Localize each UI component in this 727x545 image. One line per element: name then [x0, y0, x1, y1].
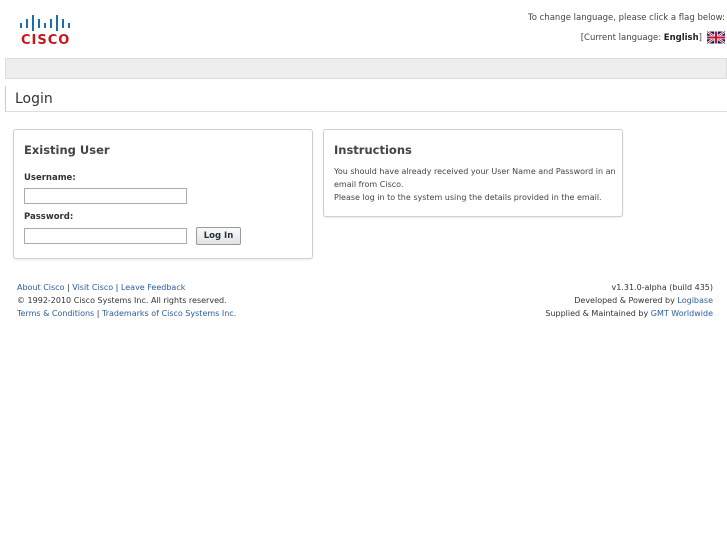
footer-left: About Cisco | Visit Cisco | Leave Feedba…: [17, 281, 236, 320]
logibase-link[interactable]: Logibase: [677, 296, 713, 305]
footer-links-row: About Cisco | Visit Cisco | Leave Feedba…: [17, 281, 236, 294]
instructions-heading: Instructions: [334, 143, 412, 157]
current-language-value: English: [663, 32, 699, 43]
username-label: Username:: [24, 173, 76, 183]
copyright-text: © 1992-2010 Cisco Systems Inc. All right…: [17, 296, 227, 305]
page-title: Login: [5, 86, 727, 112]
terms-link[interactable]: Terms & Conditions: [17, 309, 94, 318]
existing-user-panel: Existing User Username: Password: Log In: [13, 129, 313, 259]
separator: |: [67, 283, 70, 292]
developed-by: Developed & Powered by Logibase: [545, 294, 713, 307]
username-input[interactable]: [24, 188, 187, 204]
instructions-text: You should have already received your Us…: [334, 165, 619, 204]
instructions-panel: Instructions You should have already rec…: [323, 129, 623, 217]
leave-feedback-link[interactable]: Leave Feedback: [121, 283, 185, 292]
footer-right: v1.31.0-alpha (build 435) Developed & Po…: [545, 281, 713, 320]
separator: |: [96, 309, 100, 318]
current-language-suffix: ]: [698, 32, 702, 43]
cisco-bars-icon: [20, 15, 70, 31]
supplied-prefix: Supplied & Maintained by: [545, 309, 649, 318]
developed-prefix: Developed & Powered by: [574, 296, 675, 305]
uk-flag-icon[interactable]: [707, 31, 725, 44]
language-selector: To change language, please click a flag …: [528, 13, 725, 44]
logo-text: CISCO: [21, 33, 71, 48]
language-prompt: To change language, please click a flag …: [528, 13, 725, 23]
version-text: v1.31.0-alpha (build 435): [611, 283, 713, 292]
password-input[interactable]: [24, 228, 187, 244]
visit-cisco-link[interactable]: Visit Cisco: [72, 283, 113, 292]
existing-user-heading: Existing User: [24, 143, 110, 157]
trademarks-link[interactable]: Trademarks of Cisco Systems Inc.: [102, 309, 236, 318]
nav-bar: [5, 58, 727, 79]
password-label: Password:: [24, 212, 74, 222]
cisco-logo[interactable]: CISCO: [19, 14, 75, 48]
instructions-line-1: You should have already received your Us…: [334, 167, 616, 189]
current-language: [Current language: English]: [528, 31, 725, 44]
current-language-prefix: [Current language:: [580, 32, 662, 43]
separator: |: [115, 283, 119, 292]
gmt-worldwide-link[interactable]: GMT Worldwide: [651, 309, 713, 318]
supplied-by: Supplied & Maintained by GMT Worldwide: [545, 307, 713, 320]
about-cisco-link[interactable]: About Cisco: [17, 283, 64, 292]
instructions-line-2: Please log in to the system using the de…: [334, 193, 602, 202]
login-button[interactable]: Log In: [196, 227, 241, 245]
footer-legal-row: Terms & Conditions | Trademarks of Cisco…: [17, 307, 236, 320]
